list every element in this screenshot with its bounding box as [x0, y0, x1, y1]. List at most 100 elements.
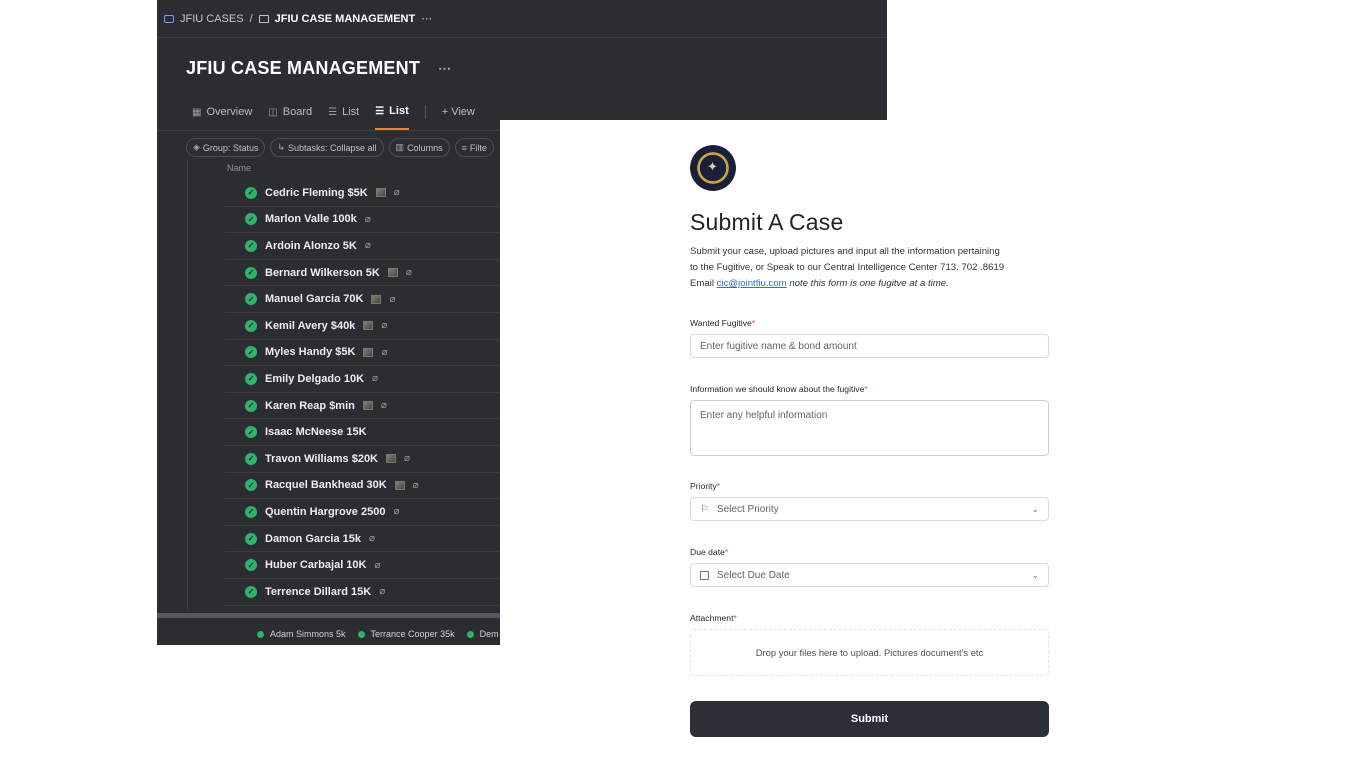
tab-overview[interactable]: ▦ Overview: [192, 100, 252, 124]
title-more-button[interactable]: ⋯: [438, 61, 451, 77]
task-name[interactable]: Racquel Bankhead 30K: [265, 479, 387, 491]
task-row[interactable]: ✓ Bernard Wilkerson 5K ⌀: [225, 260, 525, 287]
status-complete-icon[interactable]: ✓: [245, 239, 257, 252]
task-name[interactable]: Karen Reap $min: [265, 400, 355, 412]
attachment-icon: ⌀: [374, 559, 381, 571]
form-note: note this form is one fugitve at a time.: [786, 278, 949, 289]
information-label: Information we should know about the fug…: [690, 384, 1049, 394]
task-row[interactable]: ✓ Marlon Valle 100k ⌀: [225, 207, 525, 234]
task-row[interactable]: ✓ Myles Handy $5K ⌀: [225, 340, 525, 367]
attachment-dropzone[interactable]: Drop your files here to upload. Pictures…: [690, 629, 1049, 676]
task-name[interactable]: Damon Garcia 15k: [265, 533, 361, 545]
task-name[interactable]: Isaac McNeese 15K: [265, 426, 367, 438]
breadcrumb-folder[interactable]: JFIU CASE MANAGEMENT: [275, 13, 416, 25]
submit-row: Submit: [690, 701, 1049, 737]
breadcrumb-more-button[interactable]: ⋯: [421, 12, 432, 25]
photo-thumbnail[interactable]: [371, 294, 382, 304]
task-name[interactable]: Bernard Wilkerson 5K: [265, 267, 380, 279]
bottom-task-item[interactable]: Terrance Cooper 35k: [357, 629, 455, 639]
columns-button[interactable]: ▥ Columns: [388, 138, 450, 157]
due-date-select[interactable]: Select Due Date ⌄: [690, 563, 1049, 587]
task-row[interactable]: ✓ Travon Williams $20K ⌀: [225, 446, 525, 473]
submit-button[interactable]: Submit: [690, 701, 1049, 737]
required-mark: *: [724, 547, 729, 557]
task-row[interactable]: ✓ Kemil Avery $40k ⌀: [225, 313, 525, 340]
task-row[interactable]: ✓ Karen Reap $min ⌀: [225, 393, 525, 420]
task-row[interactable]: ✓ Damon Garcia 15k ⌀: [225, 526, 525, 553]
status-complete-icon[interactable]: ✓: [245, 346, 257, 359]
status-complete-icon[interactable]: ✓: [245, 559, 257, 572]
task-name[interactable]: Kemil Avery $40k: [265, 320, 355, 332]
status-complete-icon[interactable]: ✓: [245, 372, 257, 385]
status-complete-icon[interactable]: ✓: [245, 585, 257, 598]
status-complete-icon[interactable]: ✓: [245, 505, 257, 518]
task-name[interactable]: Emily Delgado 10K: [265, 373, 364, 385]
task-name[interactable]: Quentin Hargrove 2500: [265, 506, 385, 518]
due-date-label: Due date*: [690, 547, 1049, 557]
email-link[interactable]: cic@jointfiu.com: [717, 278, 787, 289]
attachment-icon: ⌀: [380, 400, 387, 412]
photo-thumbnail[interactable]: [386, 454, 397, 464]
bottom-task-item[interactable]: Dem: [466, 629, 499, 639]
status-complete-icon[interactable]: ✓: [245, 266, 257, 279]
label-text: Information we should know about the fug…: [690, 384, 865, 394]
status-complete-icon[interactable]: ✓: [245, 186, 257, 199]
column-header-name[interactable]: Name: [227, 163, 251, 173]
task-row[interactable]: ✓ Racquel Bankhead 30K ⌀: [225, 473, 525, 500]
status-complete-icon[interactable]: ✓: [245, 399, 257, 412]
photo-thumbnail[interactable]: [394, 480, 405, 490]
status-complete-icon[interactable]: ✓: [245, 319, 257, 332]
task-row[interactable]: ✓ Cedric Fleming $5K ⌀: [225, 180, 525, 207]
status-complete-icon[interactable]: ✓: [245, 532, 257, 545]
columns-label: Columns: [407, 142, 443, 153]
task-row[interactable]: ✓ Quentin Hargrove 2500 ⌀: [225, 499, 525, 526]
task-name[interactable]: Huber Carbajal 10K: [265, 559, 366, 571]
photo-thumbnail[interactable]: [363, 321, 374, 331]
tab-board[interactable]: ◫ Board: [268, 100, 312, 124]
status-complete-icon[interactable]: ✓: [245, 293, 257, 306]
bottom-task-item[interactable]: Adam Simmons 5k: [257, 629, 346, 639]
tab-label: List: [342, 106, 360, 118]
status-complete-icon[interactable]: ✓: [245, 479, 257, 492]
space-icon: [164, 14, 174, 23]
breadcrumb-space[interactable]: JFIU CASES: [180, 13, 244, 25]
priority-select[interactable]: ⚐ Select Priority ⌄: [690, 497, 1049, 521]
tab-list-active[interactable]: ☰ List: [375, 100, 409, 130]
task-row[interactable]: ✓ Ardoin Alonzo 5K ⌀: [225, 233, 525, 260]
task-name[interactable]: Travon Williams $20K: [265, 453, 378, 465]
required-mark: *: [864, 384, 868, 394]
bottom-task-label: Terrance Cooper 35k: [370, 629, 455, 639]
tab-add-view[interactable]: + View: [442, 100, 475, 124]
photo-thumbnail[interactable]: [363, 347, 374, 357]
task-name[interactable]: Terrence Dillard 15K: [265, 586, 371, 598]
subtasks-label: Subtasks: Collapse all: [288, 142, 377, 153]
tab-list[interactable]: ☰ List: [328, 100, 359, 124]
status-complete-icon[interactable]: ✓: [245, 426, 257, 439]
wanted-fugitive-input[interactable]: Enter fugitive name & bond amount: [690, 334, 1049, 358]
task-name[interactable]: Cedric Fleming $5K: [265, 187, 368, 199]
information-textarea[interactable]: Enter any helpful information: [690, 400, 1049, 456]
attachment-icon: ⌀: [379, 586, 386, 598]
task-name[interactable]: Myles Handy $5K: [265, 346, 355, 358]
task-row[interactable]: ✓ Terrence Dillard 15K ⌀: [225, 579, 525, 606]
task-name[interactable]: Marlon Valle 100k: [265, 213, 357, 225]
task-row[interactable]: ✓ Emily Delgado 10K ⌀: [225, 366, 525, 393]
task-row[interactable]: ✓ Manuel Garcia 70K ⌀: [225, 286, 525, 313]
photo-thumbnail[interactable]: [362, 401, 373, 411]
photo-thumbnail[interactable]: [387, 268, 398, 278]
filter-button[interactable]: ≡ Filte: [454, 138, 494, 157]
required-mark: *: [751, 318, 756, 328]
status-complete-icon[interactable]: ✓: [245, 213, 257, 226]
task-row[interactable]: ✓ Isaac McNeese 15K: [225, 419, 525, 446]
page-title: JFIU CASE MANAGEMENT: [186, 58, 421, 78]
tab-label: List: [389, 105, 409, 117]
subtasks-button[interactable]: ↳ Subtasks: Collapse all: [270, 138, 384, 157]
task-name[interactable]: Ardoin Alonzo 5K: [265, 240, 357, 252]
task-row[interactable]: ✓ Huber Carbajal 10K ⌀: [225, 552, 525, 579]
status-complete-icon[interactable]: ✓: [245, 452, 257, 465]
task-name[interactable]: Manuel Garcia 70K: [265, 293, 363, 305]
photo-thumbnail[interactable]: [375, 188, 386, 198]
group-by-button[interactable]: ◈ Group: Status: [186, 138, 266, 157]
bottom-task-strip: Adam Simmons 5k Terrance Cooper 35k Dem: [257, 629, 499, 639]
attachment-icon: ⌀: [381, 346, 388, 358]
